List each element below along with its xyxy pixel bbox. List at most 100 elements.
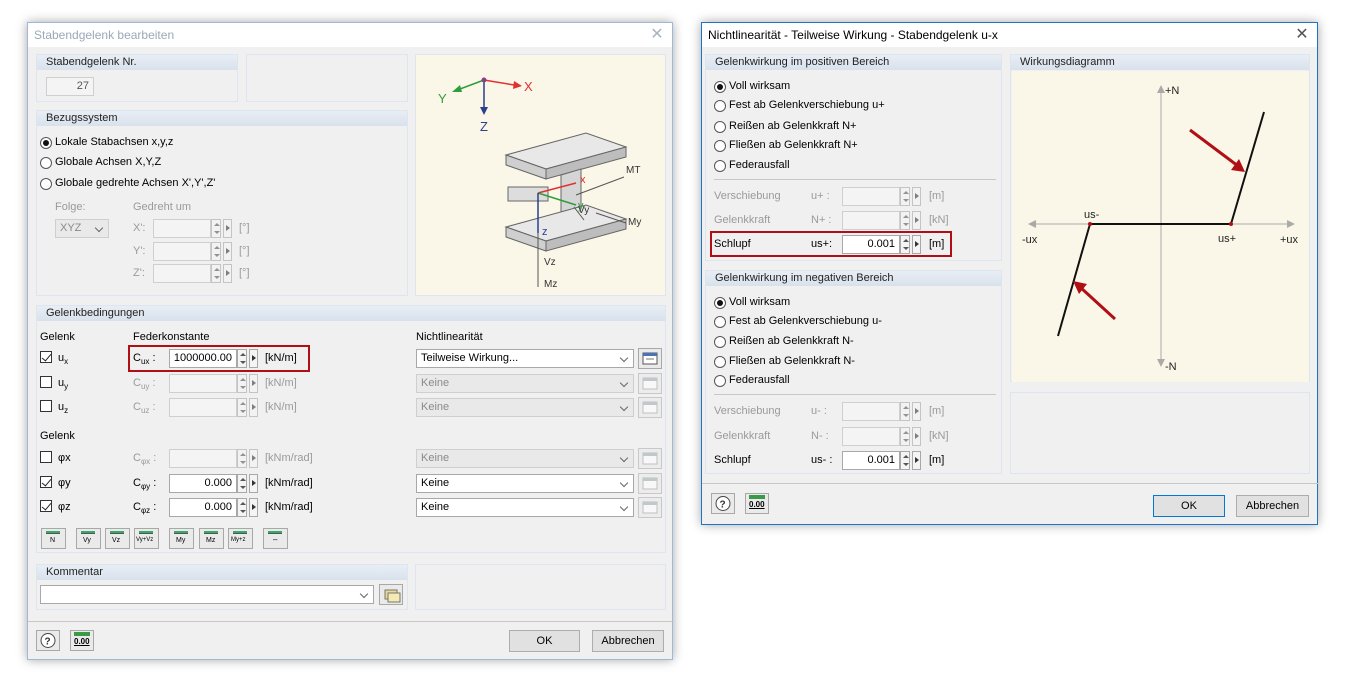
help-button[interactable]: ?: [711, 493, 735, 514]
neg-slip-field[interactable]: 0.001: [842, 451, 900, 470]
rot-z-unit: [°]: [239, 267, 250, 279]
neg-displacement-symbol: u- :: [811, 405, 827, 417]
uz-nonlinearity-edit-button: [638, 397, 662, 418]
neg-slip-symbol: us- :: [811, 454, 833, 466]
radio-pos-tearing[interactable]: [714, 121, 726, 133]
checkbox-phix[interactable]: [40, 451, 52, 463]
label-pos-fixed-displacement: Fest ab Gelenkverschiebung u+: [729, 99, 885, 111]
ok-button[interactable]: OK: [1153, 495, 1225, 517]
comment-preview-panel: [415, 564, 666, 610]
hinge-graphic: X Y Z x y z MT My Vy Vz Mz: [415, 54, 666, 296]
uy-nonlinearity-select: Keine: [416, 374, 634, 393]
ux-nonlinearity-select[interactable]: Teilweise Wirkung...: [416, 349, 634, 368]
close-icon[interactable]: ✕: [1287, 23, 1317, 47]
label-plus-ux: +ux: [1280, 234, 1299, 246]
ux-nonlinearity-edit-button[interactable]: [638, 348, 662, 369]
radio-pos-spring-failure[interactable]: [714, 160, 726, 172]
radio-rotated-global-axes[interactable]: [40, 178, 52, 190]
checkbox-phiz[interactable]: [40, 500, 52, 512]
rotated-about-label: Gedreht um: [133, 201, 192, 213]
checkbox-uy[interactable]: [40, 376, 52, 388]
cphiy-spinner[interactable]: [237, 474, 247, 493]
footer-divider: [702, 483, 1319, 484]
global-z-label: Z: [480, 119, 488, 134]
neg-divider: [714, 394, 996, 395]
rot-x-arrow: [223, 219, 232, 238]
neg-force-field: [842, 427, 900, 446]
radio-neg-spring-failure[interactable]: [714, 375, 726, 387]
cuy-unit: [kN/m]: [265, 377, 297, 389]
preset-vyvz-button[interactable]: Vy+Vz: [134, 528, 159, 549]
rot-z-field: [153, 264, 211, 283]
cphiz-spinner[interactable]: [237, 498, 247, 517]
preset-reset-button[interactable]: –: [263, 528, 288, 549]
neg-displacement-arrow: [912, 402, 921, 421]
phix-nonlinearity-edit-button: [638, 448, 662, 469]
label-us-minus: us-: [1084, 209, 1100, 221]
neg-displacement-unit: [m]: [929, 405, 945, 417]
calculator-button[interactable]: 0.00: [70, 630, 94, 651]
radio-neg-fixed-displacement[interactable]: [714, 316, 726, 328]
label-neg-tearing: Reißen ab Gelenkkraft N-: [729, 335, 854, 347]
nonlinearity-dialog: Nichtlinearität - Teilweise Wirkung - St…: [701, 22, 1319, 525]
neg-force-arrow: [912, 427, 921, 446]
hinge-release-icon: [110, 531, 124, 534]
label-ux: ux: [58, 352, 69, 367]
radio-neg-fully-effective[interactable]: [714, 297, 726, 309]
label-minus-ux: -ux: [1022, 234, 1038, 246]
cphiz-arrow[interactable]: [249, 498, 258, 517]
vz-label: Vz: [544, 257, 556, 268]
preset-vz-button[interactable]: Vz: [105, 528, 130, 549]
label-pos-tearing: Reißen ab Gelenkkraft N+: [729, 120, 857, 132]
preset-vy-button[interactable]: Vy: [76, 528, 101, 549]
calculator-button[interactable]: 0.00: [745, 493, 769, 514]
sequence-label: Folge:: [55, 201, 86, 213]
effect-diagram: +N -N +ux -ux us+ us-: [1012, 71, 1309, 382]
pos-force-field: [842, 211, 900, 230]
cphiy-arrow[interactable]: [249, 474, 258, 493]
preset-n-button[interactable]: N: [41, 528, 66, 549]
cancel-button[interactable]: Abbrechen: [592, 630, 664, 652]
label-pos-fully-effective: Voll wirksam: [729, 80, 791, 92]
help-button[interactable]: ?: [36, 630, 60, 651]
radio-neg-yielding[interactable]: [714, 356, 726, 368]
reference-system-group: Bezugssystem Lokale Stabachsen x,y,z Glo…: [36, 110, 408, 296]
effect-diagram-label: Wirkungsdiagramm: [1011, 55, 1309, 70]
phiy-nonlinearity-select[interactable]: Keine: [416, 474, 634, 493]
cuy-spinner: [237, 374, 247, 393]
preset-vy-label: Vy: [83, 537, 91, 544]
preset-mz-button[interactable]: Mz: [199, 528, 224, 549]
hinge-number-group: Stabendgelenk Nr. 27: [36, 54, 238, 102]
neg-displacement-spinner: [900, 402, 910, 421]
label-uz: uz: [58, 401, 69, 416]
comment-select[interactable]: [40, 585, 374, 604]
effect-diagram-group: Wirkungsdiagramm +N -N +ux -ux us+ us-: [1010, 54, 1310, 382]
checkbox-uz[interactable]: [40, 400, 52, 412]
preset-my-button[interactable]: My: [169, 528, 194, 549]
calculator-label: 0.00: [749, 500, 765, 509]
radio-global-axes[interactable]: [40, 157, 52, 169]
close-icon[interactable]: ✕: [642, 23, 672, 47]
radio-pos-yielding[interactable]: [714, 140, 726, 152]
radio-local-axes[interactable]: [40, 137, 52, 149]
label-neg-fixed-displacement: Fest ab Gelenkverschiebung u-: [729, 315, 882, 327]
phiz-nonlinearity-select[interactable]: Keine: [416, 498, 634, 517]
radio-pos-fully-effective[interactable]: [714, 81, 726, 93]
checkbox-ux[interactable]: [40, 351, 52, 363]
pos-force-label: Gelenkkraft: [714, 214, 771, 226]
cphiy-field[interactable]: 0.000: [169, 474, 237, 493]
checkbox-phiy[interactable]: [40, 476, 52, 488]
neg-slip-spinner[interactable]: [900, 451, 910, 470]
label-us-plus: us+: [1218, 233, 1236, 245]
ok-button[interactable]: OK: [509, 630, 580, 652]
hinge-release-icon: [204, 531, 218, 534]
cphiz-field[interactable]: 0.000: [169, 498, 237, 517]
comment-library-button[interactable]: [379, 584, 403, 605]
preset-myz-button[interactable]: My+z: [228, 528, 253, 549]
radio-neg-tearing[interactable]: [714, 336, 726, 348]
radio-pos-fixed-displacement[interactable]: [714, 100, 726, 112]
neg-slip-arrow[interactable]: [912, 451, 921, 470]
rot-z-arrow: [223, 264, 232, 283]
cancel-button[interactable]: Abbrechen: [1236, 495, 1309, 517]
local-z-label: z: [542, 226, 548, 238]
